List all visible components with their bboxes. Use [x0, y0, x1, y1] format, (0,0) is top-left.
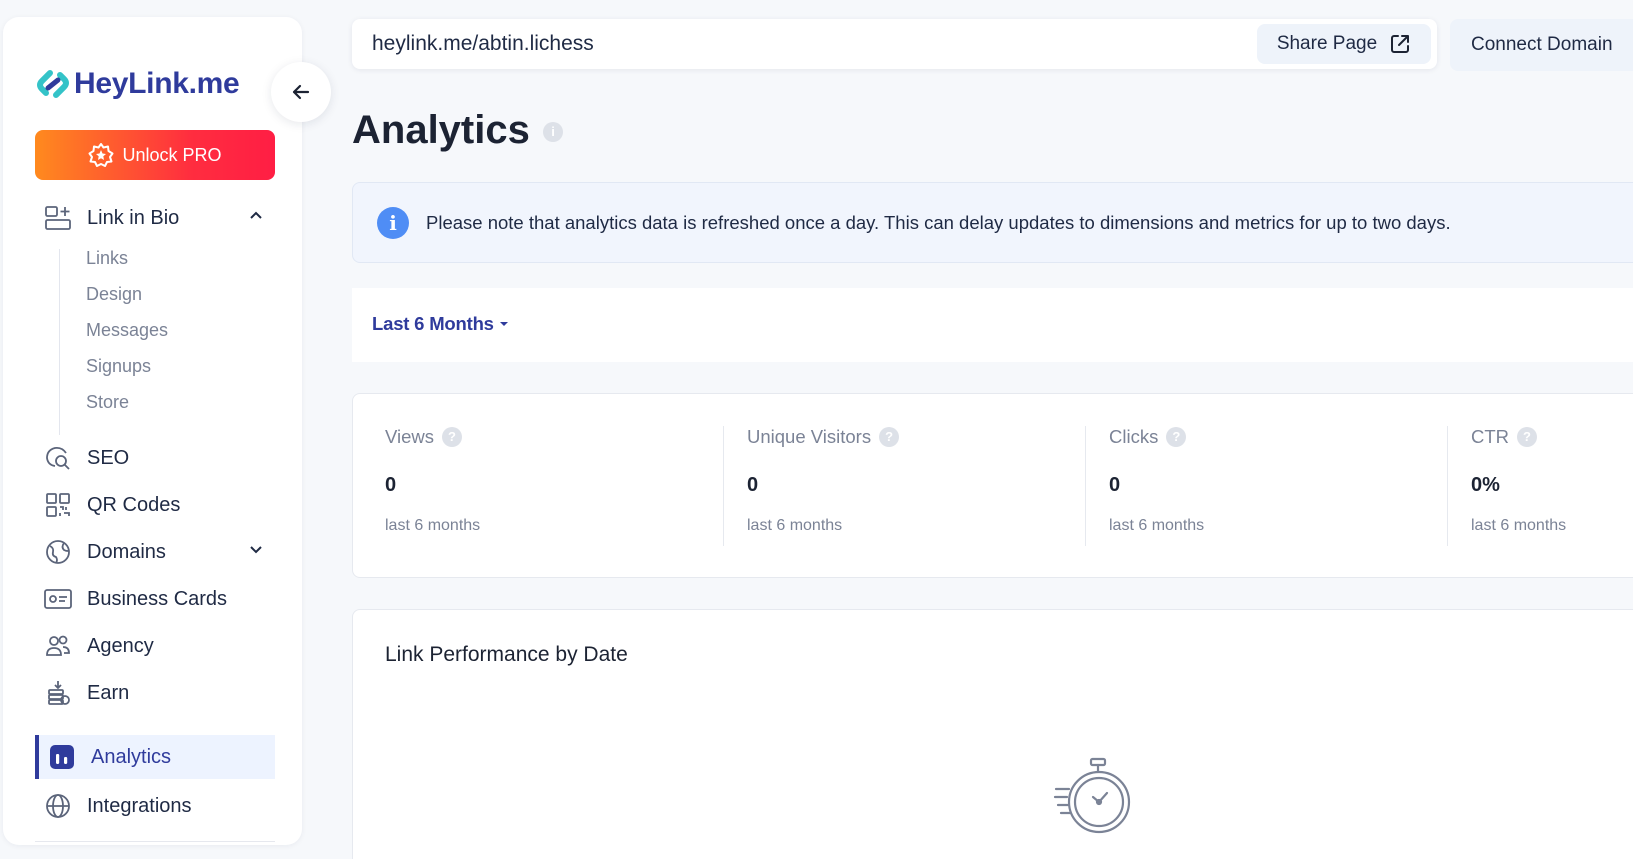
sidebar-item-integrations[interactable]: Integrations: [43, 784, 278, 828]
globe-icon: [43, 537, 73, 567]
unlock-pro-button[interactable]: Unlock PRO: [35, 130, 275, 180]
connect-domain-button[interactable]: Connect Domain: [1450, 19, 1633, 71]
stat-value: 0: [385, 474, 397, 496]
sidebar-item-analytics[interactable]: Analytics: [47, 735, 282, 779]
info-icon[interactable]: i: [543, 122, 563, 142]
share-page-label: Share Page: [1276, 33, 1378, 54]
sidebar: HeyLink.me Unlock PRO Link in Bio Links …: [3, 17, 302, 845]
sidebar-subitem-signups[interactable]: Signups: [86, 356, 151, 377]
stat-clicks: Clicks? 0 last 6 months: [1109, 426, 1439, 544]
help-icon[interactable]: ?: [879, 427, 900, 447]
unlock-pro-label: Unlock PRO: [122, 144, 222, 165]
sidebar-item-label: Integrations: [87, 794, 192, 817]
sidebar-item-domains[interactable]: Domains: [43, 530, 278, 574]
page-url-bar: heylink.me/abtin.lichess Share Page: [352, 19, 1437, 69]
stat-value: 0: [747, 474, 759, 496]
integrations-icon: [43, 791, 73, 821]
info-circle-icon: i: [377, 207, 409, 239]
stat-label: Unique Visitors: [747, 426, 872, 447]
date-filter-card: Last 6 Months: [352, 288, 1633, 362]
brand-logo[interactable]: HeyLink.me: [36, 67, 240, 101]
qr-code-icon: [43, 490, 73, 520]
sidebar-item-earn[interactable]: Earn: [43, 671, 278, 715]
stat-views: Views? 0 last 6 months: [385, 426, 715, 544]
stats-card: Views? 0 last 6 months Unique Visitors? …: [352, 393, 1633, 578]
agency-icon: [43, 631, 73, 661]
logo-icon: [37, 70, 69, 98]
help-icon[interactable]: ?: [1166, 427, 1187, 447]
sidebar-item-label: QR Codes: [87, 493, 181, 516]
stat-value: 0%: [1471, 474, 1500, 496]
stat-label: Views: [385, 426, 435, 447]
notice-text: Please note that analytics data is refre…: [426, 212, 1451, 233]
sidebar-item-label: Domains: [87, 540, 166, 563]
analytics-icon: [47, 742, 77, 772]
sidebar-subitem-messages[interactable]: Messages: [86, 320, 168, 341]
arrow-left-icon: [292, 84, 310, 100]
date-range-dropdown[interactable]: Last 6 Months: [372, 313, 510, 335]
sidebar-subitem-design[interactable]: Design: [86, 284, 142, 305]
sidebar-subitem-store[interactable]: Store: [86, 392, 129, 413]
link-in-bio-icon: [43, 203, 73, 233]
stat-label: Clicks: [1109, 426, 1159, 447]
stat-unique-visitors: Unique Visitors? 0 last 6 months: [747, 426, 1077, 544]
business-card-icon: [43, 584, 73, 614]
stat-value: 0: [1109, 474, 1121, 496]
sidebar-item-label: Business Cards: [87, 587, 228, 610]
earn-icon: [43, 678, 73, 708]
sidebar-item-business-cards[interactable]: Business Cards: [43, 577, 278, 621]
share-page-button[interactable]: Share Page: [1257, 24, 1431, 64]
stat-label: CTR: [1471, 426, 1510, 447]
stat-divider: [1085, 426, 1086, 546]
stat-period: last 6 months: [1471, 517, 1567, 534]
sidebar-item-agency[interactable]: Agency: [43, 624, 278, 668]
sidebar-item-label: SEO: [87, 446, 130, 469]
help-icon[interactable]: ?: [442, 427, 463, 447]
stat-ctr: CTR? 0% last 6 months: [1471, 426, 1633, 544]
sidebar-subitem-links[interactable]: Links: [86, 248, 128, 269]
sidebar-item-label: Analytics: [91, 745, 172, 768]
caret-down-icon: [499, 322, 508, 326]
sidebar-item-qr-codes[interactable]: QR Codes: [43, 483, 278, 527]
page-title: Analytics: [352, 108, 530, 152]
stat-period: last 6 months: [747, 517, 843, 534]
stat-divider: [1447, 426, 1448, 546]
seo-icon: [43, 443, 73, 473]
stat-period: last 6 months: [385, 517, 481, 534]
badge-star-icon: [88, 143, 114, 167]
brand-name: HeyLink.me: [74, 67, 240, 100]
chevron-down-icon[interactable]: [248, 541, 264, 557]
sidebar-item-label: Agency: [87, 634, 154, 657]
stat-period: last 6 months: [1109, 517, 1205, 534]
analytics-notice: i Please note that analytics data is ref…: [352, 182, 1633, 263]
submenu-line: [59, 249, 60, 435]
stat-divider: [723, 426, 724, 546]
stopwatch-icon: [1053, 757, 1131, 834]
link-performance-card: Link Performance by Date: [352, 609, 1633, 859]
sidebar-item-seo[interactable]: SEO: [43, 436, 278, 480]
section-title: Link Performance by Date: [385, 643, 628, 666]
sidebar-divider: [35, 841, 275, 842]
page-url[interactable]: heylink.me/abtin.lichess: [372, 32, 594, 56]
sidebar-item-label: Link in Bio: [87, 206, 180, 229]
collapse-sidebar-button[interactable]: [271, 62, 331, 122]
help-icon[interactable]: ?: [1517, 427, 1538, 447]
date-range-label: Last 6 Months: [372, 313, 494, 334]
sidebar-item-link-in-bio[interactable]: Link in Bio: [43, 196, 278, 240]
external-link-icon: [1391, 35, 1410, 53]
chevron-up-icon[interactable]: [248, 207, 264, 223]
sidebar-item-label: Earn: [87, 681, 130, 704]
